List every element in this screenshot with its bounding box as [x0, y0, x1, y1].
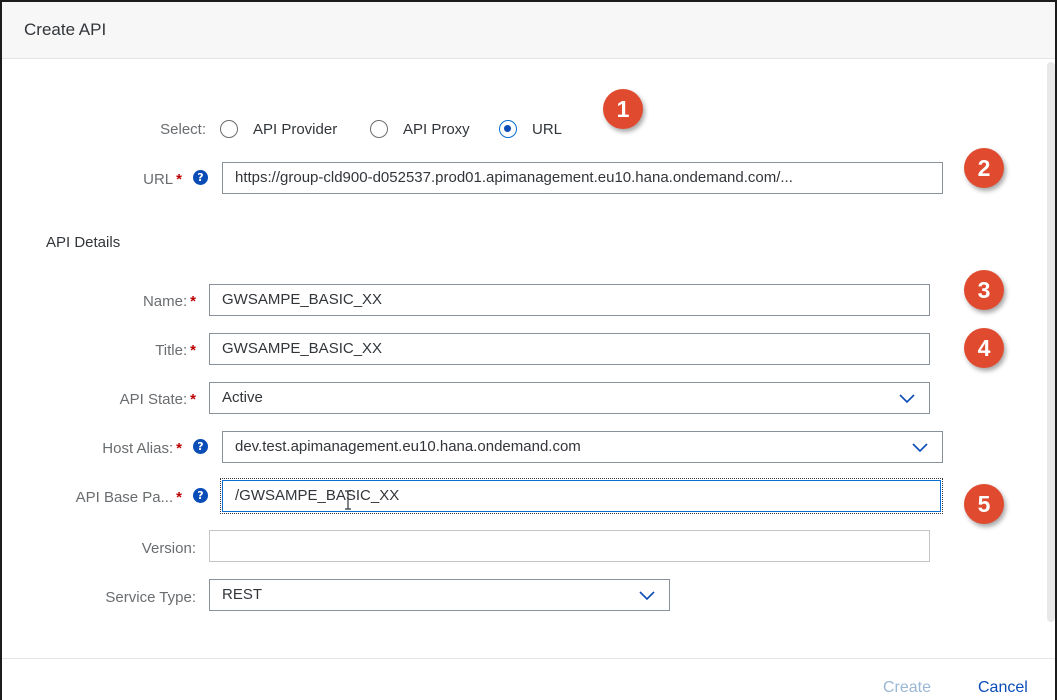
help-icon[interactable]: ? [193, 170, 208, 185]
create-api-dialog: Create API Select: API Provider API Prox… [0, 0, 1057, 700]
base-path-label: API Base Pa... * [32, 489, 182, 506]
chevron-down-icon[interactable] [910, 437, 930, 457]
host-alias-value: dev.test.apimanagement.eu10.hana.ondeman… [235, 438, 581, 455]
api-state-select[interactable]: Active [209, 382, 930, 414]
radio-url[interactable] [499, 120, 517, 138]
radio-api-proxy[interactable] [370, 120, 388, 138]
title-label: Title: * [62, 342, 196, 359]
service-type-value: REST [222, 586, 263, 603]
service-type-select[interactable]: REST [209, 579, 670, 611]
text-cursor-icon [345, 490, 351, 510]
version-input[interactable] [209, 530, 930, 562]
title-label-text: Title: [155, 342, 188, 359]
name-input-value: GWSAMPE_BASIC_XX [222, 291, 383, 308]
api-state-value: Active [222, 389, 263, 406]
callout-4: 4 [964, 328, 1004, 368]
required-marker: * [176, 489, 182, 506]
service-type-label: Service Type: [105, 589, 196, 606]
host-alias-select[interactable]: dev.test.apimanagement.eu10.hana.ondeman… [222, 431, 943, 463]
url-input[interactable]: https://group-cld900-d052537.prod01.apim… [222, 162, 943, 194]
radio-url-label[interactable]: URL [532, 121, 562, 138]
radio-api-proxy-label[interactable]: API Proxy [403, 121, 470, 138]
title-input[interactable]: GWSAMPE_BASIC_XX [209, 333, 930, 365]
dialog-header: Create API [2, 2, 1055, 59]
dialog-footer: Create Cancel [2, 658, 1055, 700]
scrollbar[interactable] [1047, 62, 1055, 622]
callout-5: 5 [964, 484, 1004, 524]
base-path-label-text: API Base Pa... [75, 489, 174, 506]
host-alias-label-text: Host Alias: [102, 440, 174, 457]
callout-3: 3 [964, 270, 1004, 310]
name-input[interactable]: GWSAMPE_BASIC_XX [209, 284, 930, 316]
api-state-label: API State: * [42, 391, 196, 408]
api-details-heading: API Details [46, 234, 121, 251]
base-path-input-value: /GWSAMPE_BASIC_XX [235, 487, 400, 504]
version-label: Version: [141, 540, 196, 557]
required-marker: * [190, 342, 196, 359]
dialog-title: Create API [24, 20, 107, 39]
cancel-button[interactable]: Cancel [978, 679, 1028, 697]
base-path-input[interactable]: /GWSAMPE_BASIC_XX [220, 478, 943, 514]
api-state-label-text: API State: [119, 391, 188, 408]
callout-1: 1 [603, 89, 643, 129]
name-label-text: Name: [142, 293, 188, 310]
url-label-text: URL [143, 171, 174, 188]
url-input-value: https://group-cld900-d052537.prod01.apim… [235, 169, 793, 186]
help-icon[interactable]: ? [193, 439, 208, 454]
url-label: URL * [82, 171, 182, 188]
chevron-down-icon[interactable] [637, 585, 657, 605]
name-label: Name: * [62, 293, 196, 310]
required-marker: * [176, 171, 182, 188]
create-button[interactable]: Create [883, 679, 931, 697]
help-icon[interactable]: ? [193, 488, 208, 503]
select-label: Select: [160, 121, 206, 138]
required-marker: * [190, 391, 196, 408]
chevron-down-icon[interactable] [897, 388, 917, 408]
radio-api-provider[interactable] [220, 120, 238, 138]
host-alias-label: Host Alias: * [42, 440, 182, 457]
title-input-value: GWSAMPE_BASIC_XX [222, 340, 383, 357]
radio-api-provider-label[interactable]: API Provider [253, 121, 337, 138]
required-marker: * [176, 440, 182, 457]
required-marker: * [190, 293, 196, 310]
callout-2: 2 [964, 148, 1004, 188]
